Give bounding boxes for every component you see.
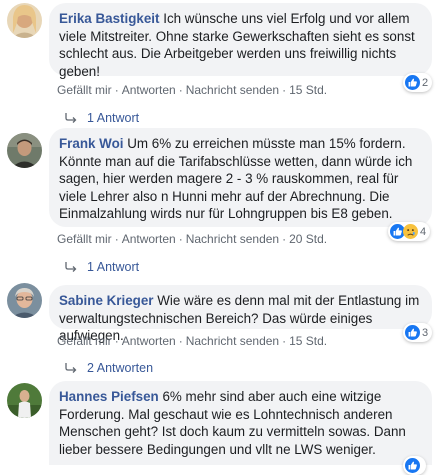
comment-timestamp[interactable]: 15 Std. [289,83,327,97]
reply-arrow-icon [65,113,77,123]
reaction-summary[interactable]: 4 [388,222,431,241]
reaction-summary[interactable]: 2 [403,73,433,92]
comment-bubble: Erika Bastigkeit Ich wünsche uns viel Er… [49,3,432,79]
view-replies-link[interactable]: 2 Antworten [65,361,153,375]
replies-label: 1 Antwort [87,260,140,274]
replies-label: 1 Antwort [87,111,140,125]
comment-author[interactable]: Erika Bastigkeit [59,11,159,26]
thumbs-up-icon [405,458,420,473]
comment-timestamp[interactable]: 15 Std. [289,334,327,348]
reaction-count: 3 [422,326,429,339]
thumbs-up-icon [405,75,420,90]
avatar-photo [7,383,42,418]
reply-button[interactable]: Antworten [122,232,176,246]
avatar[interactable] [7,383,42,418]
reply-arrow-icon [65,363,77,373]
avatar-photo [7,3,42,38]
comment-author[interactable]: Frank Woi [59,136,123,151]
send-message-button[interactable]: Nachricht senden [186,83,279,97]
avatar[interactable] [7,3,42,38]
send-message-button[interactable]: Nachricht senden [186,232,279,246]
avatar[interactable] [7,283,42,318]
like-button[interactable]: Gefällt mir [57,334,112,348]
view-replies-link[interactable]: 1 Antwort [65,260,139,274]
comment-bubble: Frank Woi Um 6% zu erreichen müsste man … [49,128,432,227]
send-message-button[interactable]: Nachricht senden [186,334,279,348]
sad-face-icon [403,224,418,239]
reaction-summary[interactable] [403,456,426,475]
reply-button[interactable]: Antworten [122,83,176,97]
comment-actions: Gefällt mir · Antworten · Nachricht senden · 1… [57,334,328,348]
like-button[interactable]: Gefällt mir [57,83,112,97]
thumbs-up-icon [405,325,420,340]
comment-actions: Gefällt mir · Antworten · Nachricht senden · 1… [57,83,328,97]
view-replies-link[interactable]: 1 Antwort [65,111,139,125]
avatar-photo [7,283,42,318]
comment-actions: Gefällt mir · Antworten · Nachricht senden · 2… [57,232,328,246]
comment-bubble: Hannes Piefsen 6% mehr sind aber auch ei… [49,381,432,465]
comment-author[interactable]: Sabine Krieger [59,293,154,308]
reaction-summary[interactable]: 3 [403,323,433,342]
reaction-count: 2 [422,76,429,89]
replies-label: 2 Antworten [87,361,154,375]
avatar[interactable] [7,133,42,168]
reply-button[interactable]: Antworten [122,334,176,348]
comment-author[interactable]: Hannes Piefsen [59,389,159,404]
reaction-count: 4 [420,225,427,238]
like-button[interactable]: Gefällt mir [57,232,112,246]
reply-arrow-icon [65,262,77,272]
comment-timestamp[interactable]: 20 Std. [289,232,327,246]
comment-bubble: Sabine Krieger Wie wäre es denn mal mit … [49,285,432,343]
avatar-photo [7,133,42,168]
